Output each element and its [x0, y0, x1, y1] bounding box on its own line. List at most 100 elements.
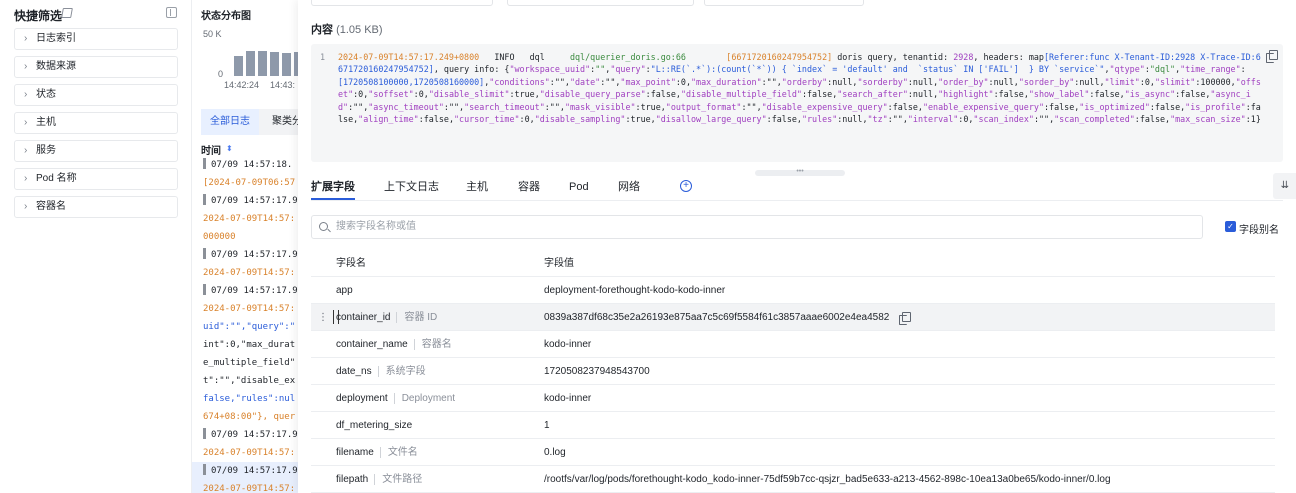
sort-icon[interactable]: ⬍ [226, 144, 233, 153]
log-text-segment: :false, [1149, 101, 1186, 112]
field-alias: 容器名 [413, 339, 452, 350]
log-text-segment: 2928 [953, 52, 974, 62]
log-text-segment: :0, [958, 114, 974, 125]
log-row[interactable]: uid":"","query":" [192, 318, 298, 336]
log-row[interactable]: 2024-07-09T14:57: [192, 264, 298, 282]
drag-handle-icon[interactable]: ⋮ [318, 304, 328, 331]
tab-all-logs[interactable]: 全部日志 [201, 109, 259, 135]
status-bar[interactable] [246, 51, 255, 76]
log-row[interactable]: false,"rules":nul [192, 390, 298, 408]
log-row[interactable]: int":0,"max_durat [192, 336, 298, 354]
log-row[interactable]: 2024-07-09T14:57: [192, 210, 298, 228]
log-row[interactable]: 07/09 14:57:17.9 [192, 192, 298, 210]
sidebar-item[interactable]: › 数据来源 [14, 56, 178, 78]
tab-extended-fields[interactable]: 扩展字段 [311, 180, 355, 200]
log-row[interactable]: 2024-07-09T14:57: [192, 480, 298, 493]
quick-filter-sidebar: 快捷筛选 › 日志索引 › 数据来源 › 状态 › 主机 › 服务 › Pod 名称 › 容器名 [0, 0, 192, 493]
tab-container[interactable]: 容器 [518, 180, 540, 200]
field-search-placeholder: 搜索字段名称或值 [336, 221, 416, 232]
log-text-segment: "scan_index" [973, 114, 1034, 125]
checkbox-checked-icon[interactable]: ✓ [1225, 221, 1236, 232]
sidebar-item[interactable]: › 日志索引 [14, 28, 178, 50]
copy-content-icon[interactable] [1266, 50, 1278, 63]
field-value-cell[interactable]: 0.log [544, 439, 566, 466]
field-name-cell: deployment Deployment [336, 385, 456, 412]
status-bar[interactable] [282, 53, 291, 76]
sidebar-item[interactable]: › 主机 [14, 112, 178, 134]
table-row[interactable]: df_metering_size 1 [311, 412, 1275, 439]
log-row[interactable]: 07/09 14:57:18. [192, 156, 298, 174]
collapse-sidebar-icon[interactable] [166, 7, 177, 18]
log-text-segment: "cursor_time" [453, 114, 520, 125]
add-tab-icon[interactable]: + [680, 180, 692, 192]
status-bar[interactable] [270, 52, 279, 76]
log-text-segment: :null, [1074, 76, 1105, 87]
field-search-input[interactable]: 搜索字段名称或值 [311, 215, 1203, 239]
log-row[interactable]: 674+08:00"}, quer [192, 408, 298, 426]
field-alias-toggle[interactable]: ✓ 字段别名 [1225, 221, 1279, 236]
field-value-cell[interactable]: 1 [544, 412, 550, 439]
sidebar-item[interactable]: › 容器名 [14, 196, 178, 218]
log-row[interactable]: t":"","disable_ex [192, 372, 298, 390]
log-row[interactable]: 07/09 14:57:17.9 [192, 246, 298, 264]
tab-pod[interactable]: Pod [569, 180, 589, 200]
log-text-segment: :0, [1139, 76, 1155, 87]
log-row[interactable]: 07/09 14:57:17.9 [192, 426, 298, 444]
table-row[interactable]: ⋮ container_id 容器 ID 0839a387df68c35e2a2619… [311, 304, 1275, 331]
log-row[interactable]: [2024-07-09T06:57 [192, 174, 298, 192]
log-list-panel: 状态分布图 50 K 0 14:42:24 14:43: 全部日志 聚类分 时间… [192, 0, 298, 493]
edit-icon[interactable] [61, 8, 73, 18]
field-value-cell[interactable]: deployment-forethought-kodo-kodo-inner [544, 277, 725, 304]
status-bar[interactable] [234, 56, 243, 76]
field-value-cell[interactable]: kodo-inner [544, 331, 591, 358]
log-row[interactable]: 07/09 14:57:17.9 [192, 282, 298, 300]
detail-tabs: 扩展字段 上下文日志 主机 容器 Pod 网络 + [311, 180, 1283, 202]
tab-network[interactable]: 网络 [618, 180, 640, 200]
log-row[interactable]: 2024-07-09T14:57: [192, 300, 298, 318]
sidebar-item-label: Pod 名称 [36, 173, 77, 184]
log-text-segment: :0, [413, 89, 429, 100]
field-alias: 文件路径 [374, 474, 423, 485]
sidebar-item[interactable]: › Pod 名称 [14, 168, 178, 190]
table-row[interactable]: deployment Deployment kodo-inner [311, 385, 1275, 412]
table-row[interactable]: container_name 容器名 kodo-inner [311, 331, 1275, 358]
log-content-text[interactable]: 2024-07-09T14:57:17.249+0800 INFO dql dq… [338, 51, 1264, 125]
sidebar-item[interactable]: › 状态 [14, 84, 178, 106]
field-name-cell: filename 文件名 [336, 439, 418, 466]
panel-toggle-icon[interactable]: ⇊ [1273, 173, 1296, 199]
log-text-segment: "disable_query_parse" [539, 89, 646, 100]
log-row[interactable]: 2024-07-09T14:57: [192, 444, 298, 462]
tab-context-logs[interactable]: 上下文日志 [384, 180, 439, 200]
table-row[interactable]: filepath 文件路径/rootfs/var/log/pods/foretho… [311, 466, 1275, 493]
tab-host[interactable]: 主机 [466, 180, 488, 200]
table-row[interactable]: app deployment-forethought-kodo-kodo-inne… [311, 277, 1275, 304]
field-value-cell[interactable]: 0839a387df68c35e2a26193e875aa7c5c69f5584… [544, 304, 889, 331]
log-row[interactable]: e_multiple_field" [192, 354, 298, 372]
resize-handle[interactable]: ••• [755, 168, 845, 176]
log-text-segment: "dql" [1149, 64, 1176, 75]
field-value-cell[interactable]: /rootfs/var/log/pods/forethought-kodo_ko… [544, 466, 1111, 493]
status-bar[interactable] [258, 51, 267, 76]
log-text-segment: "query" [610, 64, 646, 75]
copy-value-icon[interactable] [899, 312, 911, 325]
time-column-header[interactable]: 时间 [201, 142, 221, 157]
field-value-cell[interactable]: 1720508237948543700 [544, 358, 650, 385]
sidebar-item-label: 主机 [36, 117, 56, 128]
tab-cluster[interactable]: 聚类分 [263, 109, 298, 135]
log-row[interactable]: 000000 [192, 228, 298, 246]
log-text-segment: :null, [907, 89, 939, 100]
sidebar-item[interactable]: › 服务 [14, 140, 178, 162]
field-alias: 系统字段 [377, 366, 426, 377]
field-value-cell[interactable]: kodo-inner [544, 385, 591, 412]
log-content-block: 1 2024-07-09T14:57:17.249+0800 INFO dql … [311, 44, 1283, 162]
log-text-segment: , headers: map [973, 52, 1044, 62]
header-field-name: 字段名 [336, 258, 366, 269]
table-row[interactable]: filename 文件名 0.log [311, 439, 1275, 466]
table-row[interactable]: date_ns 系统字段 1720508237948543700 [311, 358, 1275, 385]
log-row[interactable]: 07/09 14:57:17.9 [192, 462, 298, 480]
log-text-segment: :false, [766, 114, 802, 125]
log-rows: 07/09 14:57:18. [2024-07-09T06:57 07/09 14… [192, 156, 298, 493]
log-text-segment: "search_timeout" [464, 101, 545, 112]
field-name: app [336, 285, 353, 296]
table-header: 字段名 字段值 [311, 250, 1275, 277]
